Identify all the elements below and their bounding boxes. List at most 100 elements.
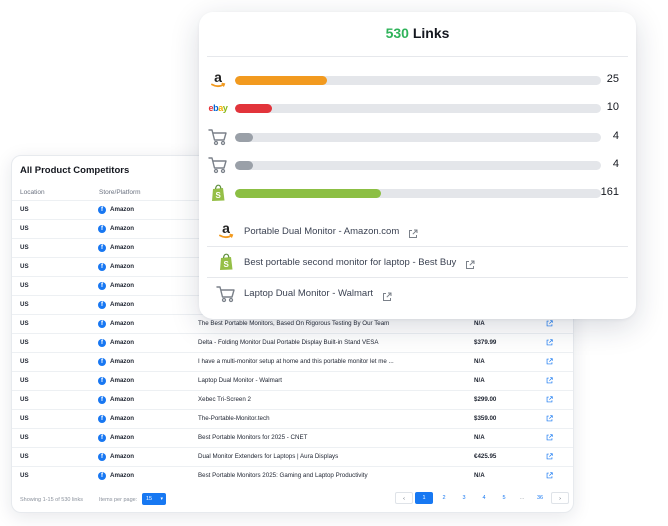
row-store-name: Amazon [110, 339, 135, 346]
facebook-icon: f [98, 339, 106, 347]
external-link-icon[interactable] [546, 434, 553, 441]
table-row[interactable]: US f Amazon Best Portable Monitors 2025: Ga… [12, 466, 573, 485]
row-price: $379.99 [474, 339, 497, 346]
link-item[interactable]: S Best portable second monitor for laptop… [207, 247, 628, 278]
table-row[interactable]: US f Amazon I have a multi-monitor setup at… [12, 352, 573, 371]
platform-bar-row[interactable]: S 161 [207, 183, 627, 203]
row-location: US [20, 415, 29, 422]
row-store-name: Amazon [110, 358, 135, 365]
row-location: US [20, 472, 29, 479]
row-store: f Amazon [98, 296, 134, 314]
row-product[interactable]: Best Portable Monitors 2025: Gaming and … [198, 467, 368, 485]
external-link-icon[interactable] [546, 415, 553, 422]
external-link-icon[interactable] [382, 289, 392, 301]
row-store: f Amazon [98, 410, 134, 428]
table-row[interactable]: US f Amazon Xebec Tri-Screen 2 $299.00 [12, 390, 573, 409]
table-title: All Product Competitors [20, 165, 130, 176]
row-location: US [20, 206, 29, 213]
external-link-icon[interactable] [546, 339, 553, 346]
platform-bar-row[interactable]: a 25 [207, 70, 627, 90]
platform-bar-row[interactable]: ebay 10 [207, 98, 627, 118]
row-location: US [20, 339, 29, 346]
next-page-button[interactable]: › [551, 492, 569, 504]
row-price: $359.00 [474, 415, 497, 422]
items-per-page-value: 15 [146, 496, 153, 502]
row-store-name: Amazon [110, 434, 135, 441]
row-product[interactable]: Laptop Dual Monitor - Walmart [198, 372, 282, 390]
facebook-icon: f [98, 396, 106, 404]
svg-text:S: S [224, 260, 230, 269]
page-button-1[interactable]: 1 [415, 492, 433, 504]
bar-value: 161 [600, 186, 619, 198]
bar-fill [235, 76, 327, 85]
external-link-icon[interactable] [408, 226, 418, 238]
bar-fill [235, 161, 254, 170]
links-card: 530 Links a 25 ebay 10 4 4 S 161 a Portable Dual… [199, 12, 636, 319]
column-header-store[interactable]: Store/Platform [99, 189, 141, 196]
row-product[interactable]: The-Portable-Monitor.tech [198, 410, 270, 428]
external-link-icon[interactable] [546, 358, 553, 365]
link-list: a Portable Dual Monitor - Amazon.com S Best… [207, 216, 628, 309]
row-store-name: Amazon [110, 453, 135, 460]
facebook-icon: f [98, 263, 106, 271]
row-store: f Amazon [98, 448, 134, 466]
page-button-36[interactable]: 36 [531, 492, 549, 504]
amazon-icon: a [207, 70, 229, 90]
facebook-icon: f [98, 453, 106, 461]
row-store: f Amazon [98, 391, 134, 409]
row-location: US [20, 434, 29, 441]
row-product[interactable]: Delta - Folding Monitor Dual Portable Di… [198, 334, 379, 352]
bar-fill [235, 133, 254, 142]
external-link-icon[interactable] [546, 472, 553, 479]
row-location: US [20, 282, 29, 289]
row-location: US [20, 320, 29, 327]
table-row[interactable]: US f Amazon Best Portable Monitors for 2025… [12, 428, 573, 447]
external-link-icon[interactable] [465, 257, 475, 269]
row-product[interactable]: I have a multi-monitor setup at home and… [198, 353, 394, 371]
page-button-3[interactable]: 3 [455, 492, 473, 504]
pagination-ellipsis: ... [519, 495, 525, 501]
items-per-page-select[interactable]: 15 ▾ [142, 493, 166, 505]
page-button-4[interactable]: 4 [475, 492, 493, 504]
link-item[interactable]: a Portable Dual Monitor - Amazon.com [207, 216, 628, 247]
link-label[interactable]: Laptop Dual Monitor - Walmart [244, 288, 373, 299]
facebook-icon: f [98, 320, 106, 328]
row-store-name: Amazon [110, 225, 135, 232]
row-product[interactable]: Best Portable Monitors for 2025 - CNET [198, 429, 307, 447]
row-store: f Amazon [98, 372, 134, 390]
page-button-2[interactable]: 2 [435, 492, 453, 504]
row-price: €425.95 [474, 453, 497, 460]
table-row[interactable]: US f Amazon Delta - Folding Monitor Dual Po… [12, 333, 573, 352]
svg-text:S: S [216, 191, 222, 200]
page-button-5[interactable]: 5 [495, 492, 513, 504]
platform-bar-row[interactable]: 4 [207, 127, 627, 147]
facebook-icon: f [98, 301, 106, 309]
row-product[interactable]: Xebec Tri-Screen 2 [198, 391, 251, 409]
link-label[interactable]: Portable Dual Monitor - Amazon.com [244, 226, 399, 237]
row-store-name: Amazon [110, 301, 135, 308]
table-row[interactable]: US f Amazon The-Portable-Monitor.tech $359.0… [12, 409, 573, 428]
link-label[interactable]: Best portable second monitor for laptop … [244, 257, 456, 268]
bar-track [235, 161, 601, 170]
link-item[interactable]: Laptop Dual Monitor - Walmart [207, 278, 628, 309]
links-title-suffix: Links [412, 25, 450, 41]
column-header-location[interactable]: Location [20, 189, 45, 196]
table-row[interactable]: US f Amazon Dual Monitor Extenders for Lapt… [12, 447, 573, 466]
prev-page-button[interactable]: ‹ [395, 492, 413, 504]
row-price: $299.00 [474, 396, 497, 403]
row-store: f Amazon [98, 220, 134, 238]
external-link-icon[interactable] [546, 320, 553, 327]
row-price: N/A [474, 434, 485, 441]
external-link-icon[interactable] [546, 377, 553, 384]
platform-bar-row[interactable]: 4 [207, 155, 627, 175]
table-row[interactable]: US f Amazon Laptop Dual Monitor - Walmart N/… [12, 371, 573, 390]
facebook-icon: f [98, 225, 106, 233]
cart-icon [215, 284, 237, 304]
cart-icon [207, 127, 229, 147]
external-link-icon[interactable] [546, 453, 553, 460]
external-link-icon[interactable] [546, 396, 553, 403]
divider [207, 56, 628, 57]
svg-text:a: a [222, 222, 230, 236]
row-store: f Amazon [98, 315, 134, 333]
row-product[interactable]: Dual Monitor Extenders for Laptops | Aur… [198, 448, 338, 466]
